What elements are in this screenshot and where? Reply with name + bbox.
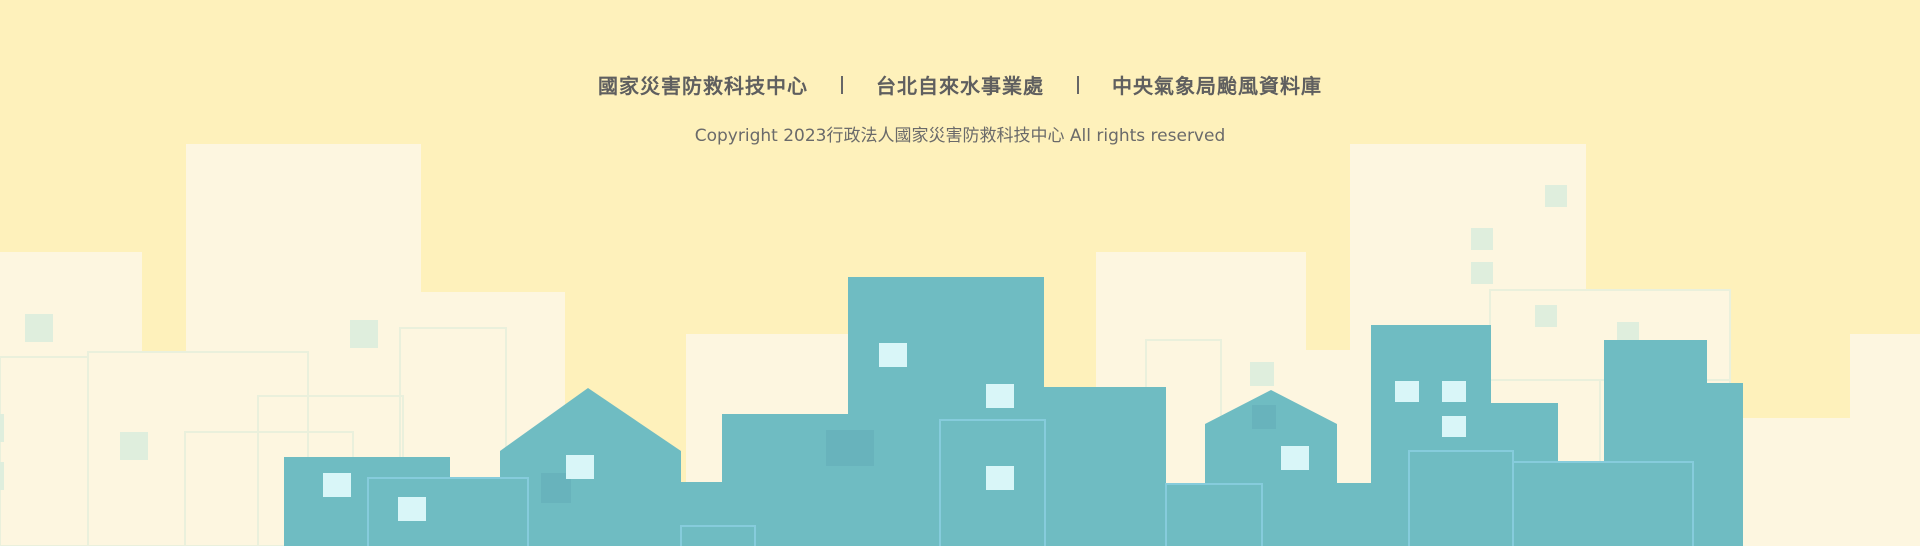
link-taipei-water[interactable]: 台北自來水事業處	[876, 70, 1044, 99]
footer-links: 國家災害防救科技中心 台北自來水事業處 中央氣象局颱風資料庫	[0, 70, 1920, 99]
footer: 國家災害防救科技中心 台北自來水事業處 中央氣象局颱風資料庫 Copyright…	[0, 0, 1920, 546]
copyright-text: Copyright 2023行政法人國家災害防救科技中心 All rights …	[694, 126, 1226, 146]
link-ncdr[interactable]: 國家災害防救科技中心	[598, 70, 808, 99]
link-separator	[841, 75, 843, 94]
link-cwb-typhoon-database[interactable]: 中央氣象局颱風資料庫	[1112, 70, 1322, 99]
link-separator	[1077, 75, 1079, 94]
